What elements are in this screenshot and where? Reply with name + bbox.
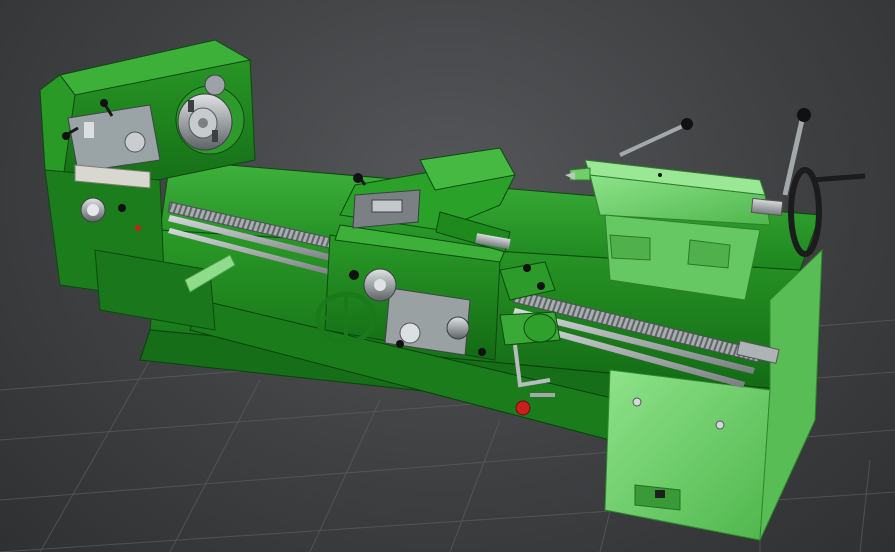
bolt-icon: [715, 420, 725, 430]
red-knob-icon[interactable]: [515, 400, 531, 416]
stop-button[interactable]: [135, 225, 141, 231]
pedestal-slot: [655, 490, 665, 498]
carriage-lock[interactable]: [499, 311, 561, 346]
tailstock-handle[interactable]: [811, 173, 866, 183]
quill-lock-knob-icon[interactable]: [797, 108, 811, 122]
selector-dial[interactable]: [124, 131, 146, 153]
lever-knob-icon[interactable]: [118, 204, 126, 212]
toolpost-knob-icon[interactable]: [353, 173, 363, 183]
clamp-knob-icon[interactable]: [681, 118, 693, 130]
lever-knob-icon[interactable]: [478, 348, 486, 356]
label-plate: [84, 122, 94, 138]
3d-viewport[interactable]: [0, 0, 895, 552]
thread-dial[interactable]: [399, 322, 421, 344]
lever-knob-icon[interactable]: [396, 340, 404, 348]
lever-knob-icon[interactable]: [100, 99, 108, 107]
lever-knob-icon[interactable]: [349, 270, 359, 280]
lathe-scene[interactable]: [0, 0, 895, 552]
engage-knob[interactable]: [446, 316, 470, 340]
carriage-apron[interactable]: [315, 224, 506, 361]
speed-dial[interactable]: [204, 74, 226, 96]
lever-knob-icon[interactable]: [62, 132, 70, 140]
bolt-icon: [632, 397, 642, 407]
